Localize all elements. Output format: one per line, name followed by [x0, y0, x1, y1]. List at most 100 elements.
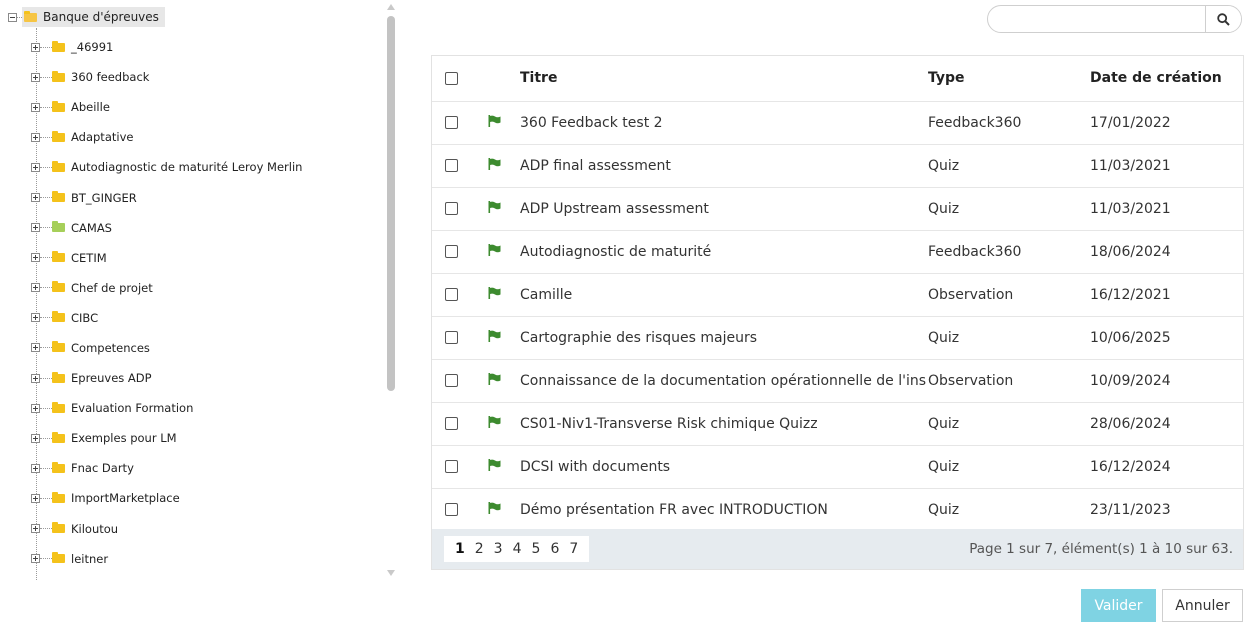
row-checkbox[interactable] — [445, 503, 458, 517]
row-checkbox[interactable] — [445, 288, 458, 301]
search-button[interactable] — [1205, 6, 1241, 32]
tree-item[interactable]: Competences — [31, 333, 391, 363]
expand-icon[interactable] — [31, 313, 40, 323]
tree-item-label: Epreuves ADP — [71, 371, 152, 386]
scroll-down-icon[interactable] — [387, 570, 395, 576]
tree-item[interactable]: Chef de projet — [31, 273, 391, 303]
expand-icon[interactable] — [31, 42, 40, 52]
table-row[interactable]: ADP Upstream assessment Quiz 11/03/2021 — [432, 187, 1243, 230]
folder-icon — [52, 40, 65, 52]
row-checkbox[interactable] — [445, 202, 458, 215]
expand-icon[interactable] — [31, 493, 40, 503]
tree-root-node[interactable]: Banque d'épreuves — [22, 7, 165, 27]
tree-item[interactable]: Evaluation Formation — [31, 393, 391, 423]
scrollbar-thumb[interactable] — [387, 16, 395, 391]
tree-item[interactable]: Exemples pour LM — [31, 423, 391, 453]
tree-item[interactable]: leitner — [31, 544, 391, 574]
select-all-checkbox[interactable] — [445, 71, 458, 85]
tree-connector — [40, 377, 52, 379]
table-row[interactable]: CS01-Niv1-Transverse Risk chimique Quizz… — [432, 402, 1243, 445]
row-title: ADP Upstream assessment — [520, 200, 709, 217]
page-link[interactable]: 2 — [470, 541, 489, 557]
validate-button[interactable]: Valider — [1081, 589, 1156, 622]
row-checkbox[interactable] — [445, 116, 458, 129]
row-checkbox[interactable] — [445, 374, 458, 387]
expand-icon[interactable] — [31, 343, 40, 353]
table-row[interactable]: Autodiagnostic de maturité Feedback360 18/… — [432, 230, 1243, 273]
folder-icon — [52, 130, 65, 142]
tree-root[interactable]: Banque d'épreuves — [8, 7, 165, 27]
title-column-header[interactable]: Titre — [520, 56, 928, 101]
folder-icon — [52, 341, 65, 353]
expand-icon[interactable] — [31, 72, 40, 82]
tree-item[interactable]: CAMAS — [31, 213, 391, 243]
tree-item[interactable]: Autodiagnostic de maturité Leroy Merlin — [31, 152, 391, 182]
expand-icon[interactable] — [31, 524, 40, 534]
row-title: Cartographie des risques majeurs — [520, 329, 758, 346]
search-input[interactable] — [988, 6, 1205, 32]
tree-item[interactable]: _46991 — [31, 32, 391, 62]
expand-icon[interactable] — [31, 403, 40, 413]
page-link[interactable]: 5 — [527, 541, 546, 557]
tree-item-label: CIBC — [71, 310, 99, 325]
tree-item[interactable]: CETIM — [31, 243, 391, 273]
table-row[interactable]: DCSI with documents Quiz 16/12/2024 — [432, 445, 1243, 488]
expand-icon[interactable] — [31, 554, 40, 564]
tree-connector — [40, 197, 52, 199]
table-row[interactable]: 360 Feedback test 2 Feedback360 17/01/2022 — [432, 101, 1243, 144]
expand-icon[interactable] — [31, 223, 40, 233]
tree-item[interactable]: 360 feedback — [31, 62, 391, 92]
expand-icon[interactable] — [31, 162, 40, 172]
row-type: Observation — [928, 372, 1014, 389]
row-type: Quiz — [928, 458, 960, 475]
folder-icon — [52, 552, 65, 564]
date-column-header[interactable]: Date de création — [1090, 56, 1243, 101]
folder-icon — [52, 100, 65, 112]
scroll-up-icon[interactable] — [387, 4, 395, 10]
expand-icon[interactable] — [31, 193, 40, 203]
row-select-cell — [432, 316, 472, 359]
table-row[interactable]: Cartographie des risques majeurs Quiz 10/0… — [432, 316, 1243, 359]
expand-icon[interactable] — [31, 102, 40, 112]
tree-item[interactable]: BT_GINGER — [31, 182, 391, 212]
pagination: 1234567 — [444, 536, 590, 562]
tree-item[interactable]: Adaptative — [31, 122, 391, 152]
expand-icon[interactable] — [31, 283, 40, 293]
tree-item[interactable]: CIBC — [31, 303, 391, 333]
expand-icon[interactable] — [31, 433, 40, 443]
expand-icon[interactable] — [31, 253, 40, 263]
row-checkbox[interactable] — [445, 331, 458, 344]
tree-item[interactable]: Epreuves ADP — [31, 363, 391, 393]
expand-icon[interactable] — [31, 132, 40, 142]
tree-item[interactable]: Fnac Darty — [31, 453, 391, 483]
type-column-header[interactable]: Type — [928, 56, 1090, 101]
page-link[interactable]: 6 — [545, 541, 564, 557]
tree-connector — [40, 558, 52, 560]
table-row[interactable]: ADP final assessment Quiz 11/03/2021 — [432, 144, 1243, 187]
row-date: 28/06/2024 — [1090, 415, 1171, 432]
search-icon — [1217, 12, 1230, 26]
table-row[interactable]: Démo présentation FR avec INTRODUCTION Qu… — [432, 488, 1243, 531]
page-link[interactable]: 1 — [450, 541, 470, 557]
table-row[interactable]: Connaissance de la documentation opérati… — [432, 359, 1243, 402]
tree-scrollbar[interactable] — [386, 4, 396, 576]
row-checkbox[interactable] — [445, 460, 458, 473]
row-type: Quiz — [928, 501, 960, 518]
expand-icon[interactable] — [31, 373, 40, 383]
tree-item[interactable]: Kiloutou — [31, 514, 391, 544]
expand-icon[interactable] — [31, 463, 40, 473]
row-checkbox[interactable] — [445, 417, 458, 430]
page-link[interactable]: 7 — [564, 541, 583, 557]
row-checkbox[interactable] — [445, 159, 458, 172]
collapse-icon[interactable] — [8, 12, 17, 22]
table-row[interactable]: Camille Observation 16/12/2021 — [432, 273, 1243, 316]
tree-item[interactable]: Abeille — [31, 92, 391, 122]
cancel-button[interactable]: Annuler — [1162, 589, 1243, 622]
row-flag-cell — [472, 144, 520, 187]
tree-item-label: leitner — [71, 551, 109, 566]
tree-item[interactable]: ImportMarketplace — [31, 483, 391, 513]
folder-icon — [52, 70, 65, 82]
row-checkbox[interactable] — [445, 245, 458, 258]
page-link[interactable]: 3 — [489, 541, 508, 557]
page-link[interactable]: 4 — [508, 541, 527, 557]
